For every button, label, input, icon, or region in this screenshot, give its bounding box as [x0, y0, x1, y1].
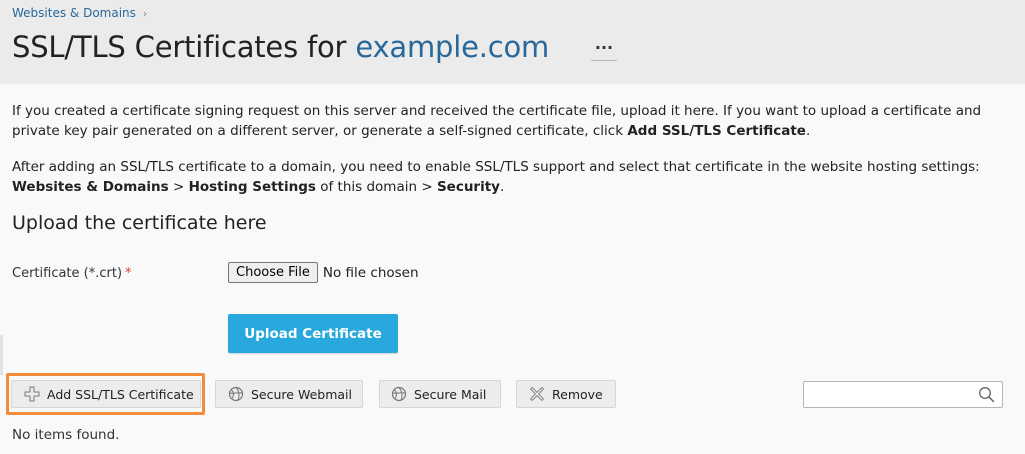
intro-p2-text: After adding an SSL/TLS certificate to a…: [12, 159, 980, 175]
intro-paragraph-upload: If you created a certificate signing req…: [12, 101, 1007, 141]
page-title-domain-link[interactable]: example.com: [355, 30, 549, 64]
intro-p1-text: If you created a certificate signing req…: [12, 103, 982, 139]
remove-button[interactable]: Remove: [516, 380, 616, 408]
empty-list-message: No items found.: [12, 427, 120, 443]
certificate-file-input: Choose File No file chosen: [228, 262, 419, 283]
left-edge-marker: [0, 335, 3, 375]
no-file-chosen-text: No file chosen: [322, 264, 419, 281]
upload-certificate-button[interactable]: Upload Certificate: [228, 314, 398, 353]
intro-paragraph-enable: After adding an SSL/TLS certificate to a…: [12, 157, 1007, 197]
intro-p2-sep: >: [168, 179, 189, 195]
page-title: SSL/TLS Certificates for example.com: [12, 30, 549, 64]
globe-icon: [228, 386, 244, 402]
intro-p2-bold-security: Security: [436, 179, 500, 195]
intro-p2-bold-websites: Websites & Domains: [12, 179, 169, 195]
breadcrumb-link-websites-domains[interactable]: Websites & Domains: [12, 6, 136, 20]
page-header: Websites & Domains › SSL/TLS Certificate…: [0, 0, 1025, 84]
add-ssl-certificate-button[interactable]: Add SSL/TLS Certificate: [11, 380, 201, 408]
more-actions-button[interactable]: ···: [591, 39, 617, 61]
search-box: [803, 381, 1003, 408]
intro-p2-end: .: [499, 179, 505, 195]
upload-section-title: Upload the certificate here: [12, 212, 267, 234]
search-input[interactable]: [804, 382, 974, 407]
certificate-field-label: Certificate (*.crt) *: [12, 266, 132, 281]
required-mark: *: [125, 266, 132, 281]
breadcrumb: Websites & Domains ›: [12, 6, 147, 20]
secure-mail-label: Secure Mail: [414, 386, 487, 402]
intro-p1-end: .: [805, 123, 811, 139]
x-icon: [530, 387, 544, 401]
secure-webmail-label: Secure Webmail: [251, 386, 352, 402]
add-ssl-certificate-label: Add SSL/TLS Certificate: [47, 386, 194, 402]
plus-icon: [24, 386, 40, 402]
secure-mail-button[interactable]: Secure Mail: [379, 380, 501, 408]
globe-icon: [391, 386, 407, 402]
intro-p1-bold: Add SSL/TLS Certificate: [627, 123, 806, 139]
intro-p2-mid: of this domain >: [315, 179, 437, 195]
remove-label: Remove: [552, 386, 603, 402]
breadcrumb-separator: ›: [142, 6, 148, 20]
search-icon[interactable]: [978, 386, 995, 403]
intro-p2-bold-hosting: Hosting Settings: [188, 179, 316, 195]
secure-webmail-button[interactable]: Secure Webmail: [215, 380, 363, 408]
choose-file-button[interactable]: Choose File: [228, 262, 318, 283]
certificate-label-text: Certificate (*.crt): [12, 266, 123, 281]
page-title-prefix: SSL/TLS Certificates for: [12, 30, 356, 64]
